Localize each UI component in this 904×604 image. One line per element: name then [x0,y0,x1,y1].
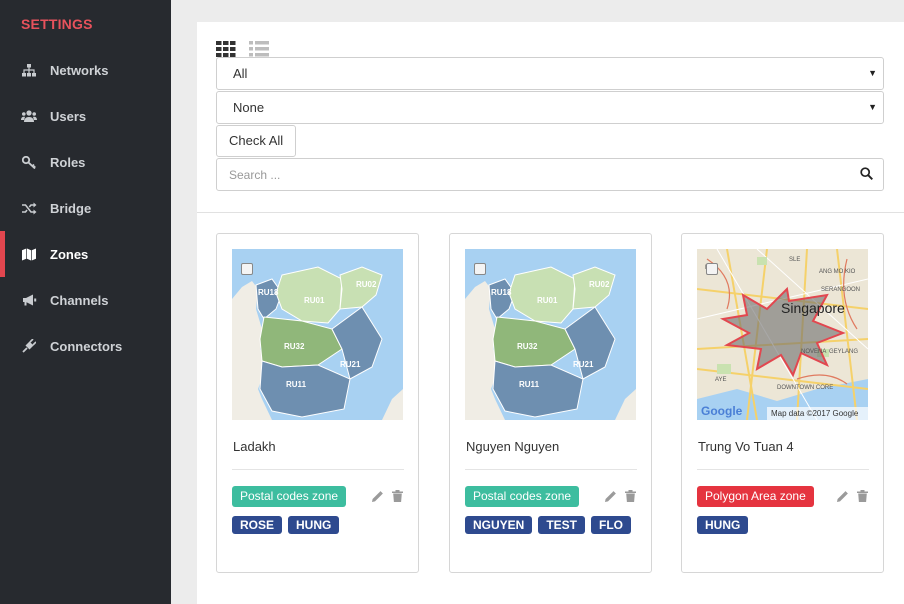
map-label: Singapore [781,300,845,316]
sidebar-item-channels[interactable]: Channels [0,277,171,323]
zone-select-checkbox[interactable] [474,263,486,275]
map-label: RU21 [573,360,594,369]
map-label: RU18 [491,288,512,297]
map-label: SLE [789,257,800,263]
zone-name[interactable]: Nguyen Nguyen [466,439,559,454]
trash-icon[interactable] [392,490,403,505]
divider [465,469,637,470]
zone-tag: HUNG [697,516,749,534]
map-label: RU02 [589,280,610,289]
plug-icon [21,339,37,353]
trash-icon[interactable] [625,490,636,505]
divider [697,469,869,470]
zone-type-badge: Polygon Area zone [697,486,814,507]
map-label: RU21 [340,360,361,369]
zone-type-badge: Postal codes zone [465,486,580,507]
search-icon[interactable] [860,167,873,183]
shuffle-icon [21,201,37,215]
sort-select-value: None [233,100,265,115]
zone-map-thumbnail[interactable]: RU18 RU01 RU02 RU32 RU21 RU11 [232,249,403,420]
map-label: RU32 [517,342,538,351]
search-input[interactable] [229,159,829,190]
sidebar-item-bridge[interactable]: Bridge [0,185,171,231]
sidebar-item-networks[interactable]: Networks [0,47,171,93]
map-label: RU11 [519,380,540,389]
map-label: RU11 [286,380,307,389]
map-label: DOWNTOWN CORE [777,385,833,391]
map-icon [21,247,37,261]
search-box [216,158,884,191]
zone-tag: FLO [591,516,632,534]
chevron-down-icon: ▼ [868,68,877,78]
map-label: AYE [715,377,727,383]
sidebar-item-roles[interactable]: Roles [0,139,171,185]
map-label: ANG MO KIO [819,269,856,275]
zone-select-checkbox[interactable] [241,263,253,275]
sidebar-item-label: Users [50,108,87,124]
sidebar: SETTINGS Networks Users Roles Bridge Zon… [0,0,171,604]
chevron-down-icon: ▼ [868,102,877,112]
zone-tag: NGUYEN [465,516,533,534]
bullhorn-icon [21,293,37,307]
zone-card: RU18 RU01 RU02 RU32 RU21 RU11 Nguyen Ngu… [449,233,652,573]
sidebar-item-users[interactable]: Users [0,93,171,139]
sidebar-item-connectors[interactable]: Connectors [0,323,171,369]
key-icon [21,155,37,169]
map-label: SERANGOON [821,287,860,293]
sidebar-item-label: Networks [50,62,109,78]
map-label: RU02 [356,280,377,289]
google-logo: Google [701,404,743,418]
divider [197,212,904,213]
filter-select-value: All [233,66,248,81]
sidebar-item-label: Channels [50,292,109,308]
zone-tag: HUNG [288,516,340,534]
sidebar-item-label: Bridge [50,200,92,216]
sitemap-icon [21,63,37,77]
map-label: RU01 [304,296,325,305]
zone-card: RU18 RU01 RU02 RU32 RU21 RU11 Ladakh Pos… [216,233,419,573]
map-label: RU32 [284,342,305,351]
sidebar-title: SETTINGS [21,16,93,32]
users-icon [21,109,37,123]
zones-panel: All ▼ None ▼ Check All RU18 [197,22,904,604]
sidebar-item-zones[interactable]: Zones [0,231,171,277]
zone-type-badge: Postal codes zone [232,486,347,507]
sort-select[interactable]: None ▼ [216,91,884,124]
zone-map-thumbnail[interactable]: Singapore NOVENA GEYLANG DOWNTOWN CORE S… [697,249,868,420]
map-label: GEYLANG [829,349,858,355]
pencil-icon[interactable] [604,491,616,506]
zone-card: Singapore NOVENA GEYLANG DOWNTOWN CORE S… [681,233,884,573]
zone-tag: ROSE [232,516,283,534]
divider [232,469,404,470]
map-label: RU18 [258,288,279,297]
zone-select-checkbox[interactable] [706,263,718,275]
zone-tags: NGUYEN TEST FLO [465,516,632,534]
filter-select[interactable]: All ▼ [216,57,884,90]
zone-tags: ROSE HUNG [232,516,340,534]
pencil-icon[interactable] [371,491,383,506]
sidebar-item-label: Zones [50,246,89,262]
zone-name[interactable]: Ladakh [233,439,276,454]
map-attribution: Map data ©2017 Google [771,409,859,418]
zone-map-thumbnail[interactable]: RU18 RU01 RU02 RU32 RU21 RU11 [465,249,636,420]
sidebar-item-label: Connectors [50,338,123,354]
zone-name[interactable]: Trung Vo Tuan 4 [698,439,794,454]
zone-tag: TEST [538,516,586,534]
map-label: RU01 [537,296,558,305]
zone-tags: HUNG [697,516,749,534]
pencil-icon[interactable] [836,491,848,506]
trash-icon[interactable] [857,490,868,505]
map-label: NOVENA [801,349,826,355]
check-all-button[interactable]: Check All [216,125,297,157]
sidebar-item-label: Roles [50,154,86,170]
